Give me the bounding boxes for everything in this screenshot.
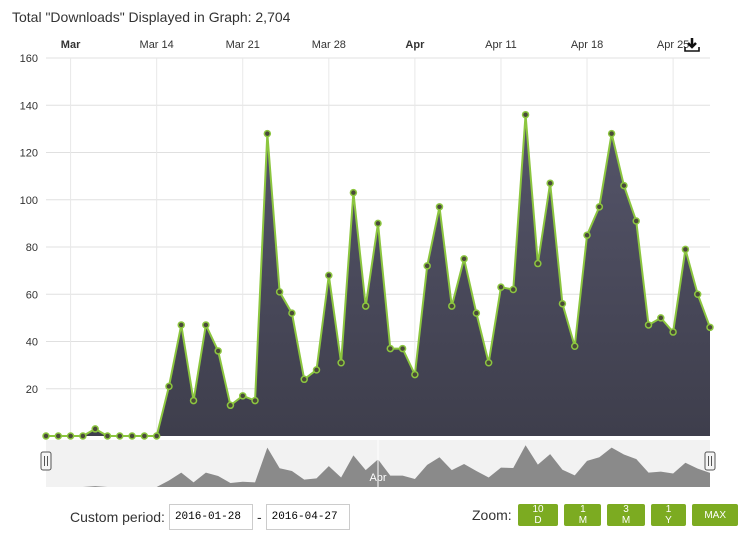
data-point — [423, 262, 431, 270]
data-point — [226, 401, 235, 410]
date-separator: - — [256, 509, 262, 525]
zoom-10d-button[interactable]: 10 D — [517, 504, 559, 526]
x-tick-label: Apr — [405, 39, 425, 51]
y-tick-label: 140 — [20, 100, 38, 112]
zoom-1y-button[interactable]: 1 Y — [650, 504, 687, 526]
data-point — [632, 217, 640, 225]
data-point — [620, 181, 628, 190]
data-point — [54, 432, 63, 440]
data-point — [669, 328, 677, 336]
zoom-3m-button[interactable]: 3 M — [607, 504, 645, 526]
data-point — [288, 309, 296, 317]
data-point — [177, 321, 186, 329]
data-point — [570, 342, 579, 350]
x-tick-label: Mar 28 — [312, 39, 346, 51]
data-point — [300, 375, 308, 384]
data-point — [411, 370, 419, 379]
data-point — [509, 285, 518, 294]
data-point — [263, 129, 272, 138]
data-point — [140, 432, 149, 440]
data-point — [448, 302, 456, 310]
zoom-max-button[interactable]: MAX — [692, 504, 738, 526]
x-tick-label: Apr 18 — [571, 39, 603, 51]
data-point — [398, 344, 407, 353]
data-point — [189, 396, 198, 405]
zoom-1m-button[interactable]: 1 M — [564, 504, 602, 526]
navigator-label: Apr — [369, 472, 386, 484]
y-tick-label: 100 — [20, 195, 38, 207]
navigator-handle-left[interactable] — [40, 451, 52, 471]
x-tick-label: Mar 21 — [226, 39, 260, 51]
data-point — [681, 245, 690, 254]
data-point — [312, 366, 321, 374]
data-point — [103, 432, 112, 440]
data-point — [128, 432, 136, 440]
x-tick-label: Mar — [61, 39, 81, 51]
data-point — [202, 321, 210, 329]
data-point — [460, 255, 468, 263]
data-point — [337, 359, 345, 367]
data-point — [374, 219, 382, 228]
custom-period-label: Custom period: — [70, 509, 165, 525]
y-tick-label: 160 — [20, 53, 38, 65]
y-tick-label: 80 — [26, 242, 38, 254]
data-point — [91, 425, 99, 433]
data-point — [558, 299, 567, 308]
data-point — [534, 259, 542, 268]
data-point — [706, 323, 714, 332]
data-point — [693, 290, 702, 298]
navigator-handle-right[interactable] — [704, 451, 716, 471]
data-point — [325, 271, 333, 280]
x-tick-label: Mar 14 — [140, 39, 174, 51]
data-point — [472, 309, 481, 317]
data-point — [644, 321, 653, 329]
custom-period: Custom period: - — [70, 504, 354, 530]
data-point — [607, 129, 616, 138]
data-point — [152, 432, 161, 440]
data-point — [349, 188, 358, 197]
y-tick-label: 40 — [26, 337, 38, 349]
series-area — [46, 114, 710, 436]
data-point — [42, 432, 50, 440]
y-tick-label: 20 — [26, 384, 38, 396]
to-date-input[interactable] — [265, 504, 350, 530]
data-point — [116, 432, 124, 440]
data-point — [238, 392, 247, 400]
data-point — [386, 344, 395, 353]
data-point — [595, 203, 604, 211]
data-point — [66, 432, 75, 440]
data-point — [214, 347, 222, 355]
data-point — [361, 302, 370, 310]
downloads-chart: 20 40 60 80 100 120 140 160 Mar Mar 14 Mar 21 Mar 2… — [20, 38, 716, 487]
data-point — [497, 283, 505, 291]
data-point — [79, 432, 87, 440]
data-point — [275, 288, 284, 296]
from-date-input[interactable] — [168, 504, 253, 530]
y-tick-label: 60 — [26, 289, 38, 301]
data-point — [251, 396, 259, 405]
zoom-label: Zoom: — [472, 507, 512, 523]
data-point — [165, 382, 173, 391]
x-tick-label: Apr 11 — [485, 39, 517, 51]
data-point — [521, 110, 530, 119]
y-tick-label: 120 — [20, 148, 38, 160]
data-point — [546, 179, 554, 187]
data-point — [435, 203, 444, 211]
data-point — [484, 359, 493, 367]
data-point — [583, 231, 591, 239]
data-point — [657, 314, 665, 322]
zoom-controls: Zoom: 10 D 1 M 3 M 1 Y MAX — [472, 504, 738, 526]
